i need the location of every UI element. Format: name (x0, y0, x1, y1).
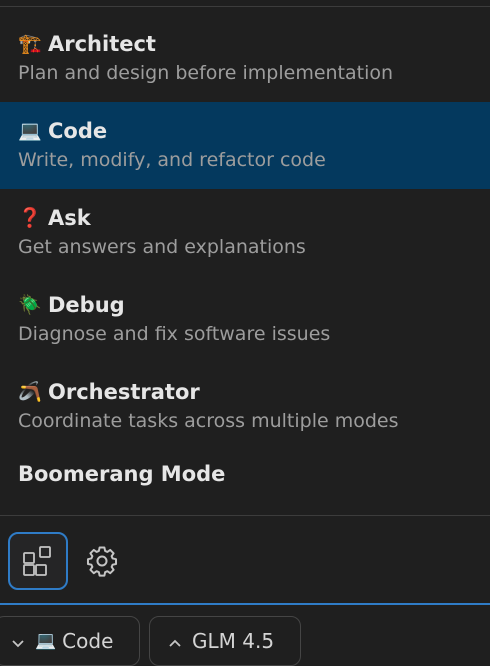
marketplace-button[interactable] (8, 532, 68, 590)
mode-item-code[interactable]: 💻 Code Write, modify, and refactor code (0, 102, 490, 189)
mode-selector-panel: 🏗️ Architect Plan and design before impl… (0, 0, 490, 666)
mode-name: Ask (48, 206, 91, 230)
mode-item-ask[interactable]: ❓ Ask Get answers and explanations (0, 189, 490, 276)
mode-item-architect[interactable]: 🏗️ Architect Plan and design before impl… (0, 15, 490, 102)
laptop-icon: 💻 (35, 631, 57, 651)
mode-dropdown-label: Code (62, 629, 114, 653)
mode-name: Architect (48, 32, 156, 56)
mode-title: 🏗️ Architect (18, 29, 472, 59)
mode-title: ❓ Ask (18, 203, 472, 233)
divider (0, 515, 490, 516)
beetle-icon: 🪲 (18, 293, 42, 316)
mode-item-orchestrator[interactable]: 🪃 Orchestrator Coordinate tasks across m… (0, 363, 490, 450)
marketplace-icon (23, 546, 51, 576)
footer-bar: 💻 Code GLM 4.5 (0, 605, 490, 666)
mode-description: Write, modify, and refactor code (18, 149, 326, 171)
mode-description: Coordinate tasks across multiple modes (18, 410, 399, 432)
gear-icon (86, 546, 118, 577)
model-dropdown[interactable]: GLM 4.5 (149, 616, 301, 666)
mode-title: 🪲 Debug (18, 290, 472, 320)
mode-title: 🪃 Orchestrator (18, 377, 472, 407)
mode-list: 🏗️ Architect Plan and design before impl… (0, 15, 490, 450)
mode-description: Plan and design before implementation (18, 62, 394, 84)
mode-name: Orchestrator (48, 380, 200, 404)
mode-name: Code (48, 119, 108, 143)
mode-name: Debug (48, 293, 125, 317)
model-dropdown-label: GLM 4.5 (192, 629, 275, 653)
boomerang-icon: 🪃 (18, 380, 42, 403)
chevron-down-icon (11, 629, 25, 653)
mode-title: 💻 Code (18, 116, 472, 146)
question-mark-icon: ❓ (18, 206, 42, 229)
laptop-icon: 💻 (18, 119, 42, 142)
chevron-up-icon (168, 629, 182, 653)
mode-dropdown[interactable]: 💻 Code (0, 616, 140, 666)
settings-button[interactable] (76, 534, 128, 588)
building-construction-icon: 🏗️ (18, 32, 42, 55)
top-border (0, 6, 490, 7)
mode-item-debug[interactable]: 🪲 Debug Diagnose and fix software issues (0, 276, 490, 363)
mode-description: Diagnose and fix software issues (18, 323, 331, 345)
mode-item-boomerang[interactable]: Boomerang Mode (18, 462, 225, 486)
mode-description: Get answers and explanations (18, 236, 306, 258)
